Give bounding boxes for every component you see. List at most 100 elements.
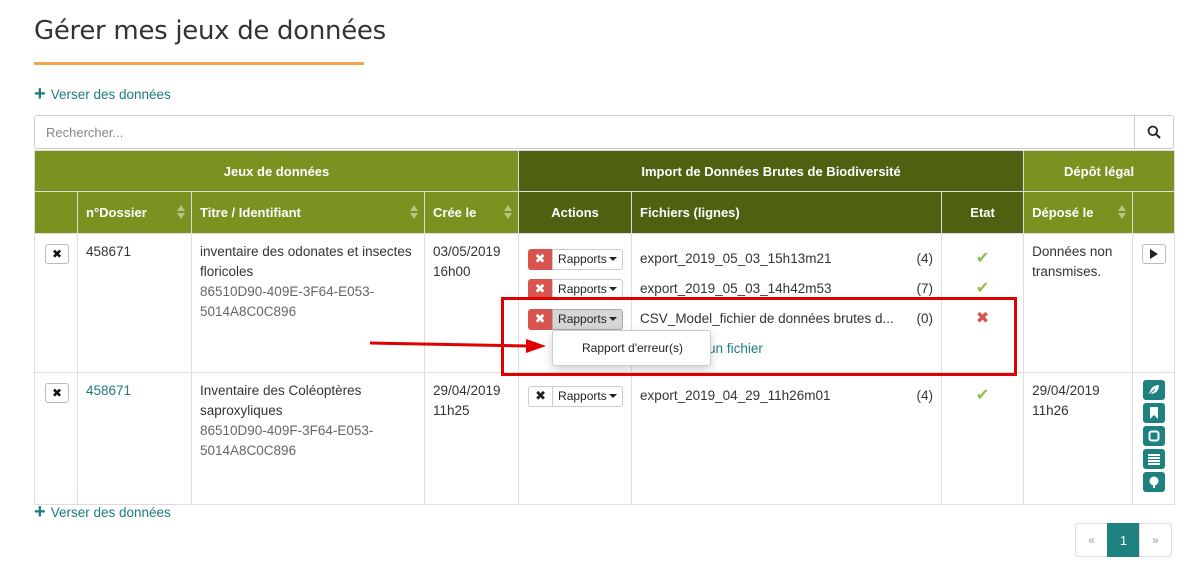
reports-label: Rapports: [558, 389, 607, 403]
reports-menu-error-report[interactable]: Rapport d'erreur(s): [552, 330, 711, 366]
sort-icon: [504, 204, 513, 222]
reports-dropdown[interactable]: Rapports: [552, 385, 623, 407]
pagination-page-current[interactable]: 1: [1107, 523, 1140, 557]
close-icon: ✖: [51, 247, 63, 261]
page-title: Gérer mes jeux de données: [34, 16, 386, 46]
pagination: « 1 »: [1075, 523, 1172, 557]
deposit-date: 29/04/2019: [1032, 383, 1100, 398]
tree-button[interactable]: [1142, 472, 1165, 492]
square-button[interactable]: [1142, 426, 1165, 446]
title-underline: [34, 62, 364, 65]
list-button[interactable]: [1142, 449, 1165, 469]
check-icon: ✔: [975, 250, 990, 267]
delete-file-button[interactable]: ✖: [528, 278, 553, 300]
col-dossier[interactable]: n°Dossier: [77, 191, 192, 234]
col-title[interactable]: Titre / Identifiant: [191, 191, 425, 234]
close-icon: ✖: [51, 386, 63, 400]
file-actions: ✖ Rapports: [528, 383, 623, 409]
chevron-down-icon: [608, 257, 617, 261]
search-bar: [34, 115, 1174, 149]
leaf-button[interactable]: [1142, 380, 1165, 400]
col-state: Etat: [941, 191, 1025, 234]
reports-dropdown[interactable]: Rapports: [552, 278, 623, 300]
chevron-down-icon: [608, 317, 617, 321]
file-name: export_2019_05_03_15h13m21: [640, 251, 832, 266]
plus-icon: +: [34, 501, 46, 523]
sort-icon: [177, 204, 185, 222]
delete-dataset-button[interactable]: ✖: [45, 244, 69, 264]
dossier-link[interactable]: 458671: [86, 383, 131, 398]
play-icon: [1149, 249, 1158, 259]
created-date: 29/04/2019: [433, 383, 501, 398]
file-count: (4): [916, 251, 934, 266]
pagination-next[interactable]: »: [1139, 523, 1172, 557]
reports-dropdown[interactable]: Rapports: [552, 308, 623, 330]
dataset-identifier: 86510D90-409E-3F64-E053-5014A8C0C896: [200, 284, 375, 319]
add-data-label: Verser des données: [50, 505, 171, 520]
col-created[interactable]: Crée le: [423, 191, 520, 234]
group-header-datasets: Jeux de données: [33, 150, 520, 192]
file-actions: ✖ Rapports: [528, 244, 623, 274]
leaf-icon: [1148, 385, 1159, 396]
chevron-down-icon: [608, 287, 617, 291]
reports-label: Rapports: [558, 312, 607, 326]
deposit-actions: [1133, 380, 1174, 492]
search-icon: [1147, 125, 1161, 139]
add-data-label: Verser des données: [50, 87, 171, 102]
col-deposited[interactable]: Déposé le: [1023, 191, 1134, 234]
delete-file-button[interactable]: ✖: [528, 248, 553, 270]
col-deposited-label: Déposé le: [1032, 205, 1094, 220]
col-created-label: Crée le: [433, 205, 477, 220]
tree-icon: [1149, 476, 1159, 488]
col-empty: [34, 191, 78, 234]
table-row: ✖ 458671 Inventaire des Coléoptères sapr…: [34, 372, 1176, 505]
group-header-import: Import de Données Brutes de Biodiversité: [518, 150, 1025, 192]
bookmark-button[interactable]: [1142, 403, 1165, 423]
group-header-legal: Dépôt légal: [1023, 150, 1176, 192]
created-time: 16h00: [433, 264, 471, 279]
deposit-status: Données non transmises.: [1023, 233, 1134, 373]
plus-icon: +: [34, 83, 46, 105]
file-name: export_2019_04_29_11h26m01: [640, 388, 831, 403]
bookmark-icon: [1149, 407, 1158, 419]
col-dossier-label: n°Dossier: [86, 205, 147, 220]
delete-dataset-button[interactable]: ✖: [45, 383, 69, 403]
add-data-link-top[interactable]: + Verser des données: [34, 83, 171, 105]
file-count: (7): [916, 281, 934, 296]
square-icon: [1148, 430, 1160, 442]
col-empty-end: [1132, 191, 1176, 234]
file-name: export_2019_05_03_14h42m53: [640, 281, 832, 296]
pagination-prev[interactable]: «: [1075, 523, 1108, 557]
chevron-down-icon: [608, 394, 617, 398]
sort-icon: [1118, 204, 1127, 222]
created-time: 11h25: [433, 403, 470, 418]
check-icon: ✔: [975, 280, 990, 297]
annotation-arrow-icon: [370, 339, 546, 353]
play-button[interactable]: [1141, 244, 1166, 264]
search-input[interactable]: [34, 115, 1134, 149]
list-icon: [1147, 453, 1160, 465]
delete-file-button[interactable]: ✖: [528, 308, 553, 330]
reports-label: Rapports: [558, 252, 607, 266]
dataset-title: Inventaire des Coléoptères saproxyliques: [200, 383, 362, 418]
search-button[interactable]: [1134, 115, 1174, 149]
deposit-time: 11h26: [1032, 403, 1069, 418]
reports-label: Rapports: [558, 282, 607, 296]
file-actions: ✖ Rapports: [528, 274, 623, 304]
datasets-table: Jeux de données Import de Données Brutes…: [33, 150, 1176, 505]
created-date: 03/05/2019: [433, 244, 501, 259]
file-count: (4): [916, 388, 934, 403]
delete-file-button[interactable]: ✖: [528, 385, 553, 407]
file-count: (0): [916, 311, 934, 326]
check-icon: ✔: [975, 387, 990, 404]
close-icon: ✖: [975, 310, 990, 327]
col-files: Fichiers (lignes): [631, 191, 943, 234]
sort-icon: [410, 204, 418, 222]
dataset-identifier: 86510D90-409F-3F64-E053-5014A8C0C896: [200, 423, 374, 458]
file-name: CSV_Model_fichier de données brutes d...: [640, 311, 894, 326]
col-title-label: Titre / Identifiant: [200, 205, 301, 220]
add-data-link-bottom[interactable]: + Verser des données: [34, 501, 171, 523]
reports-dropdown[interactable]: Rapports: [552, 248, 623, 270]
col-actions: Actions: [518, 191, 633, 234]
dataset-title: inventaire des odonates et insectes flor…: [200, 244, 412, 279]
